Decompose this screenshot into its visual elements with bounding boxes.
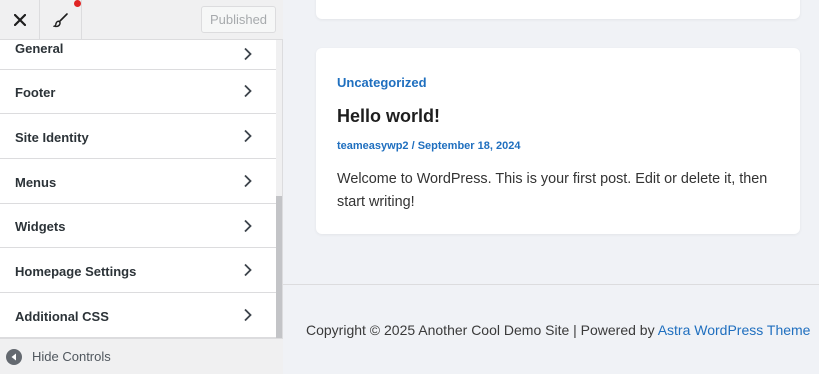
chevron-right-icon <box>244 129 252 143</box>
post-title[interactable]: Hello world! <box>337 106 440 127</box>
section-label: Menus <box>15 174 57 190</box>
footer-copyright: Copyright © 2025 Another Cool Demo Site … <box>306 322 810 338</box>
section-footer[interactable]: Footer <box>0 69 276 115</box>
collapse-arrow-icon <box>6 348 22 365</box>
section-additional-css[interactable]: Additional CSS <box>0 293 276 338</box>
site-footer: Copyright © 2025 Another Cool Demo Site … <box>283 284 819 374</box>
site-preview: Uncategorized Hello world! teameasywp2 /… <box>283 0 819 374</box>
copyright-text: Copyright © 2025 Another Cool Demo Site … <box>306 322 658 338</box>
chevron-right-icon <box>244 308 252 322</box>
publish-button[interactable]: Published <box>201 6 276 33</box>
customizer-sidebar: Published General Footer Site Identity M… <box>0 0 283 374</box>
previous-post-card <box>316 0 800 19</box>
section-general[interactable]: General <box>0 40 276 70</box>
close-customizer-button[interactable] <box>0 0 40 39</box>
chevron-right-icon <box>244 48 252 61</box>
hide-controls-button[interactable]: Hide Controls <box>0 338 283 374</box>
chevron-right-icon <box>244 85 252 98</box>
section-homepage-settings[interactable]: Homepage Settings <box>0 248 276 294</box>
customizer-section-list: General Footer Site Identity Menus Widge… <box>0 40 276 338</box>
section-site-identity[interactable]: Site Identity <box>0 114 276 159</box>
section-label: Footer <box>15 85 56 101</box>
section-menus[interactable]: Menus <box>0 158 276 204</box>
section-label: Site Identity <box>15 129 89 145</box>
section-label: Homepage Settings <box>15 264 137 280</box>
hide-controls-label: Hide Controls <box>32 349 111 364</box>
post-category-link[interactable]: Uncategorized <box>337 75 427 90</box>
section-label: General <box>15 40 64 56</box>
notification-dot <box>74 0 81 7</box>
theme-link[interactable]: Astra WordPress Theme <box>658 322 811 338</box>
chevron-right-icon <box>244 219 252 232</box>
section-label: Additional CSS <box>15 308 109 324</box>
post-meta[interactable]: teameasywp2 / September 18, 2024 <box>337 140 520 152</box>
post-excerpt: Welcome to WordPress. This is your first… <box>337 171 768 210</box>
chevron-right-icon <box>244 174 252 187</box>
paintbrush-icon <box>52 12 68 27</box>
close-icon <box>13 13 26 26</box>
section-widgets[interactable]: Widgets <box>0 203 276 249</box>
section-label: Widgets <box>15 219 66 235</box>
panel-scrollbar[interactable] <box>276 196 282 338</box>
customizer-header: Published <box>0 0 283 40</box>
chevron-right-icon <box>244 264 252 277</box>
post-card: Uncategorized Hello world! teameasywp2 /… <box>316 48 800 234</box>
